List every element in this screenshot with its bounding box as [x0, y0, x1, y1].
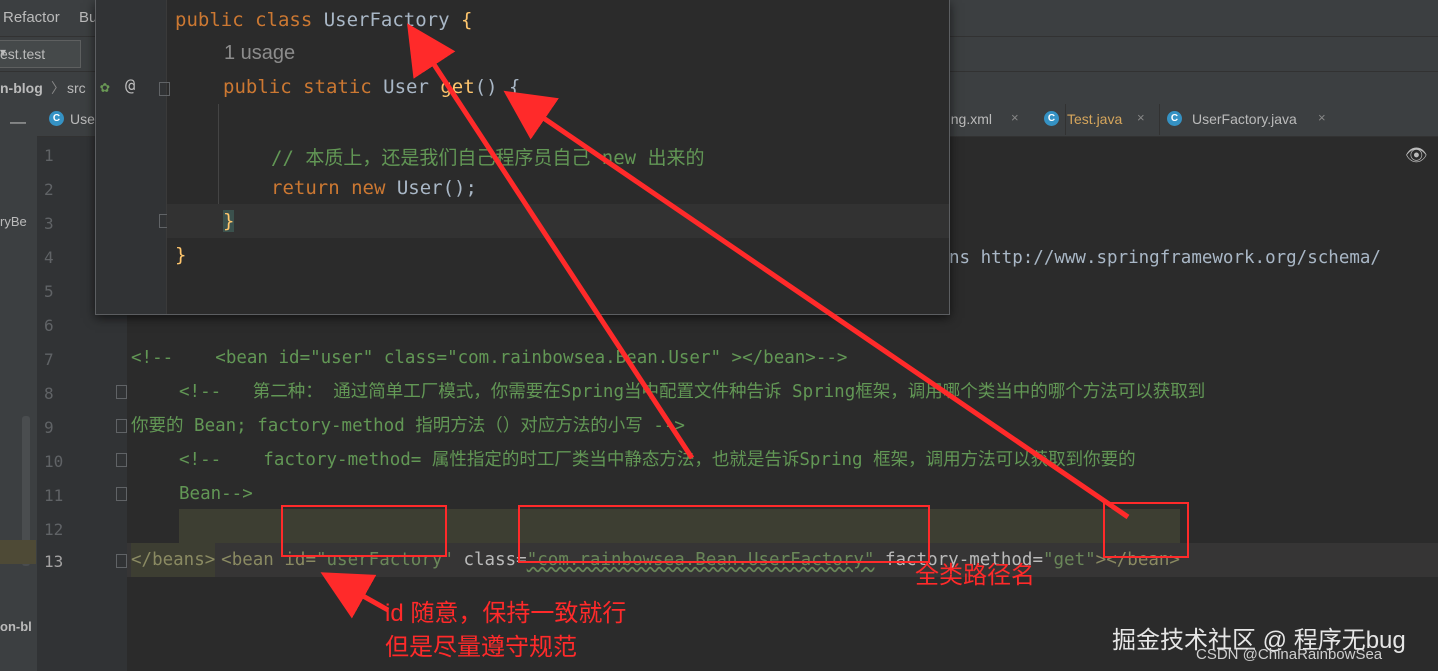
watermark-csdn: CSDN @ChinaRainbowSea [1196, 646, 1383, 663]
annotation-id-note-2: 但是尽量遵守规范 [385, 634, 577, 661]
arrow-to-class-name [407, 23, 695, 460]
arrow-to-beans-tag [320, 572, 390, 619]
arrow-to-method-name [503, 90, 1130, 520]
annotation-id-note-1: id 随意，保持一致就行 [385, 600, 627, 627]
annotation-arrows [320, 23, 1130, 619]
annotation-full-path: 全类路径名 [915, 562, 1035, 589]
